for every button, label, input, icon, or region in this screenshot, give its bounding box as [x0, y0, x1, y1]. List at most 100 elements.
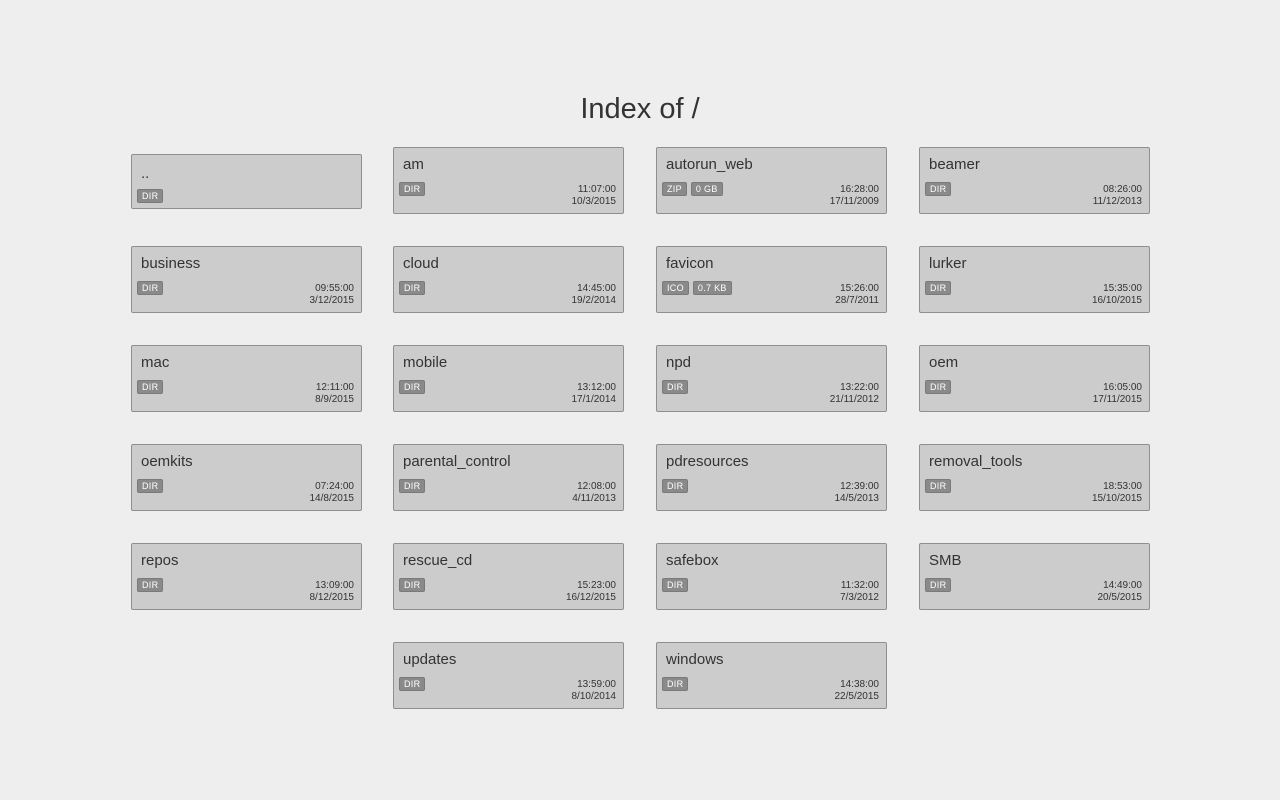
- entry-modified: 13:12:00 17/1/2014: [572, 382, 617, 406]
- entry-name: windows: [666, 651, 724, 668]
- entry-name: updates: [403, 651, 457, 668]
- entry-modified: 18:53:00 15/10/2015: [1092, 481, 1142, 505]
- entry-modified: 09:55:00 3/12/2015: [310, 283, 355, 307]
- file-entry-card[interactable]: am DIR 11:07:00 10/3/2015: [393, 147, 624, 214]
- entry-name: favicon: [666, 255, 714, 272]
- entry-name: mobile: [403, 354, 448, 371]
- entry-modified: 15:23:00 16/12/2015: [566, 580, 616, 604]
- entry-date: 19/2/2014: [571, 295, 617, 306]
- file-entry-card[interactable]: pdresources DIR 12:39:00 14/5/2013: [656, 444, 887, 511]
- entry-date: 16/10/2015: [1091, 295, 1142, 306]
- file-entry-card[interactable]: cloud DIR 14:45:00 19/2/2014: [393, 246, 624, 313]
- entry-time: 12:39:00: [840, 481, 879, 492]
- entry-badges: DIR: [137, 578, 164, 592]
- entry-badges: DIR: [399, 182, 426, 196]
- entry-modified: 12:08:00 4/11/2013: [572, 481, 616, 505]
- entry-time: 15:26:00: [840, 283, 879, 294]
- type-badge: DIR: [399, 380, 426, 394]
- entry-modified: 14:49:00 20/5/2015: [1098, 580, 1143, 604]
- entry-badges: DIR: [399, 578, 426, 592]
- file-entry-card[interactable]: repos DIR 13:09:00 8/12/2015: [131, 543, 362, 610]
- type-badge: DIR: [399, 182, 426, 196]
- entry-modified: 14:38:00 22/5/2015: [835, 679, 880, 703]
- type-badge: DIR: [137, 578, 164, 592]
- entry-modified: 13:09:00 8/12/2015: [310, 580, 355, 604]
- file-entry-card[interactable]: mobile DIR 13:12:00 17/1/2014: [393, 345, 624, 412]
- entry-name: beamer: [929, 156, 980, 173]
- file-entry-card[interactable]: oem DIR 16:05:00 17/11/2015: [919, 345, 1150, 412]
- file-entry-card[interactable]: rescue_cd DIR 15:23:00 16/12/2015: [393, 543, 624, 610]
- entry-name: am: [403, 156, 424, 173]
- entry-date: 17/11/2015: [1092, 394, 1142, 405]
- entry-date: 17/1/2014: [571, 394, 617, 405]
- entry-time: 13:22:00: [840, 382, 879, 393]
- file-entry-card[interactable]: safebox DIR 11:32:00 7/3/2012: [656, 543, 887, 610]
- type-badge: DIR: [662, 578, 689, 592]
- entry-badges: DIR: [925, 182, 952, 196]
- type-badge: DIR: [662, 380, 689, 394]
- type-badge: DIR: [399, 479, 426, 493]
- entry-badges: DIR: [399, 380, 426, 394]
- type-badge: DIR: [137, 479, 164, 493]
- entry-date: 10/3/2015: [571, 196, 617, 207]
- entry-time: 13:59:00: [577, 679, 616, 690]
- parent-directory-link[interactable]: .. DIR: [131, 154, 362, 209]
- entry-modified: 12:11:00 8/9/2015: [315, 382, 354, 406]
- entry-time: 16:05:00: [1103, 382, 1142, 393]
- entry-name: pdresources: [666, 453, 749, 470]
- entry-time: 15:23:00: [577, 580, 616, 591]
- file-entry-card[interactable]: beamer DIR 08:26:00 11/12/2013: [919, 147, 1150, 214]
- entry-time: 12:08:00: [577, 481, 616, 492]
- entry-badges: DIR: [137, 380, 164, 394]
- entry-time: 13:09:00: [315, 580, 354, 591]
- entry-date: 14/8/2015: [309, 493, 355, 504]
- type-badge: ICO: [662, 281, 689, 295]
- entry-badges: DIR: [925, 380, 952, 394]
- type-badge: DIR: [137, 281, 164, 295]
- entry-time: 15:35:00: [1103, 283, 1142, 294]
- file-entry-card[interactable]: autorun_web ZIP 0 GB 16:28:00 17/11/2009: [656, 147, 887, 214]
- entry-time: 16:28:00: [840, 184, 879, 195]
- file-entry-card[interactable]: parental_control DIR 12:08:00 4/11/2013: [393, 444, 624, 511]
- file-entry-card[interactable]: favicon ICO 0.7 KB 15:26:00 28/7/2011: [656, 246, 887, 313]
- entry-time: 13:12:00: [577, 382, 616, 393]
- type-badge: DIR: [399, 578, 426, 592]
- entry-date: 3/12/2015: [309, 295, 355, 306]
- type-badge: ZIP: [662, 182, 687, 196]
- entry-date: 28/7/2011: [835, 295, 879, 306]
- entry-badges: DIR: [662, 479, 689, 493]
- entry-name: parental_control: [403, 453, 511, 470]
- entry-time: 18:53:00: [1103, 481, 1142, 492]
- entry-date: 14/5/2013: [834, 493, 880, 504]
- entry-name: mac: [141, 354, 170, 371]
- file-entry-card[interactable]: windows DIR 14:38:00 22/5/2015: [656, 642, 887, 709]
- file-entry-card[interactable]: updates DIR 13:59:00 8/10/2014: [393, 642, 624, 709]
- type-badge: DIR: [925, 182, 952, 196]
- entry-modified: 07:24:00 14/8/2015: [310, 481, 355, 505]
- file-entry-card[interactable]: mac DIR 12:11:00 8/9/2015: [131, 345, 362, 412]
- entry-time: 14:38:00: [840, 679, 879, 690]
- entry-name: removal_tools: [929, 453, 1023, 470]
- entry-time: 07:24:00: [315, 481, 354, 492]
- file-entry-card[interactable]: removal_tools DIR 18:53:00 15/10/2015: [919, 444, 1150, 511]
- file-entry-card[interactable]: lurker DIR 15:35:00 16/10/2015: [919, 246, 1150, 313]
- file-entry-card[interactable]: SMB DIR 14:49:00 20/5/2015: [919, 543, 1150, 610]
- entry-name: SMB: [929, 552, 962, 569]
- file-entry-card[interactable]: oemkits DIR 07:24:00 14/8/2015: [131, 444, 362, 511]
- file-entry-card[interactable]: business DIR 09:55:00 3/12/2015: [131, 246, 362, 313]
- entry-badges: DIR: [925, 578, 952, 592]
- entry-modified: 11:07:00 10/3/2015: [572, 184, 617, 208]
- entry-name: cloud: [403, 255, 439, 272]
- file-entry-card[interactable]: npd DIR 13:22:00 21/11/2012: [656, 345, 887, 412]
- entry-time: 11:32:00: [840, 580, 879, 591]
- entry-modified: 16:05:00 17/11/2015: [1093, 382, 1142, 406]
- type-badge: DIR: [925, 578, 952, 592]
- entry-badges: DIR: [137, 281, 164, 295]
- entry-modified: 15:35:00 16/10/2015: [1092, 283, 1142, 307]
- entry-date: 11/12/2013: [1092, 196, 1142, 207]
- page: Index of / .. DIR am DIR 11:07:00 10/3/2015 au…: [0, 0, 1280, 800]
- entry-date: 16/12/2015: [565, 592, 616, 603]
- entry-badges: DIR: [399, 281, 426, 295]
- entry-name: repos: [141, 552, 179, 569]
- entry-date: 8/10/2014: [571, 691, 617, 702]
